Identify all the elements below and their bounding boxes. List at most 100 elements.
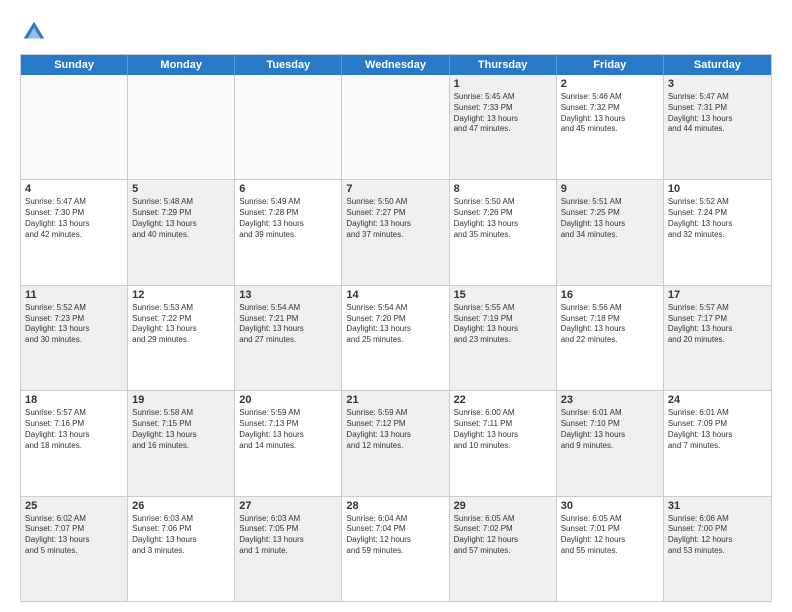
cell-info: Sunrise: 5:46 AM Sunset: 7:32 PM Dayligh… [561,92,659,135]
day-cell-27: 27 Sunrise: 6:03 AM Sunset: 7:05 PM Dayli… [235,497,342,601]
day-number: 30 [561,500,659,512]
day-cell-14: 14 Sunrise: 5:54 AM Sunset: 7:20 PM Dayli… [342,286,449,390]
calendar-row-0: 1 Sunrise: 5:45 AM Sunset: 7:33 PM Daylig… [21,75,771,180]
day-number: 25 [25,500,123,512]
cell-info: Sunrise: 5:48 AM Sunset: 7:29 PM Dayligh… [132,197,230,240]
day-cell-6: 6 Sunrise: 5:49 AM Sunset: 7:28 PM Daylig… [235,180,342,284]
cell-info: Sunrise: 5:59 AM Sunset: 7:12 PM Dayligh… [346,408,444,451]
day-cell-4: 4 Sunrise: 5:47 AM Sunset: 7:30 PM Daylig… [21,180,128,284]
cell-info: Sunrise: 5:57 AM Sunset: 7:16 PM Dayligh… [25,408,123,451]
day-number: 16 [561,289,659,301]
day-cell-3: 3Sunrise: 5:47 AM Sunset: 7:31 PM Daylig… [664,75,771,179]
day-cell-23: 23 Sunrise: 6:01 AM Sunset: 7:10 PM Dayli… [557,391,664,495]
day-cell-30: 30Sunrise: 6:05 AM Sunset: 7:01 PM Dayli… [557,497,664,601]
day-number: 18 [25,394,123,406]
cell-info: Sunrise: 5:54 AM Sunset: 7:20 PM Dayligh… [346,303,444,346]
page-header [20,18,772,46]
day-cell-13: 13 Sunrise: 5:54 AM Sunset: 7:21 PM Dayli… [235,286,342,390]
day-cell-26: 26Sunrise: 6:03 AM Sunset: 7:06 PM Dayli… [128,497,235,601]
calendar-header: SundayMondayTuesdayWednesdayThursdayFrid… [21,55,771,75]
day-number: 9 [561,183,659,195]
header-cell-saturday: Saturday [664,55,771,75]
header-cell-thursday: Thursday [450,55,557,75]
cell-info: Sunrise: 6:05 AM Sunset: 7:02 PM Dayligh… [454,514,552,557]
day-cell-8: 8 Sunrise: 5:50 AM Sunset: 7:26 PM Daylig… [450,180,557,284]
cell-info: Sunrise: 5:50 AM Sunset: 7:27 PM Dayligh… [346,197,444,240]
day-cell-19: 19 Sunrise: 5:58 AM Sunset: 7:15 PM Dayli… [128,391,235,495]
cell-info: Sunrise: 6:00 AM Sunset: 7:11 PM Dayligh… [454,408,552,451]
cell-info: Sunrise: 6:01 AM Sunset: 7:09 PM Dayligh… [668,408,767,451]
day-number: 23 [561,394,659,406]
day-cell-10: 10Sunrise: 5:52 AM Sunset: 7:24 PM Dayli… [664,180,771,284]
cell-info: Sunrise: 6:04 AM Sunset: 7:04 PM Dayligh… [346,514,444,557]
cell-info: Sunrise: 5:51 AM Sunset: 7:25 PM Dayligh… [561,197,659,240]
day-cell-31: 31Sunrise: 6:06 AM Sunset: 7:00 PM Dayli… [664,497,771,601]
cell-info: Sunrise: 6:01 AM Sunset: 7:10 PM Dayligh… [561,408,659,451]
calendar-row-4: 25 Sunrise: 6:02 AM Sunset: 7:07 PM Dayli… [21,497,771,601]
day-number: 27 [239,500,337,512]
day-number: 19 [132,394,230,406]
day-number: 22 [454,394,552,406]
day-cell-22: 22 Sunrise: 6:00 AM Sunset: 7:11 PM Dayli… [450,391,557,495]
day-number: 6 [239,183,337,195]
day-number: 31 [668,500,767,512]
day-cell-11: 11 Sunrise: 5:52 AM Sunset: 7:23 PM Dayli… [21,286,128,390]
cell-info: Sunrise: 5:52 AM Sunset: 7:23 PM Dayligh… [25,303,123,346]
header-cell-monday: Monday [128,55,235,75]
empty-cell [128,75,235,179]
day-number: 14 [346,289,444,301]
day-cell-29: 29Sunrise: 6:05 AM Sunset: 7:02 PM Dayli… [450,497,557,601]
day-cell-9: 9 Sunrise: 5:51 AM Sunset: 7:25 PM Daylig… [557,180,664,284]
day-cell-20: 20 Sunrise: 5:59 AM Sunset: 7:13 PM Dayli… [235,391,342,495]
day-cell-2: 2 Sunrise: 5:46 AM Sunset: 7:32 PM Daylig… [557,75,664,179]
day-cell-16: 16 Sunrise: 5:56 AM Sunset: 7:18 PM Dayli… [557,286,664,390]
day-number: 4 [25,183,123,195]
header-cell-wednesday: Wednesday [342,55,449,75]
cell-info: Sunrise: 5:47 AM Sunset: 7:30 PM Dayligh… [25,197,123,240]
day-cell-24: 24 Sunrise: 6:01 AM Sunset: 7:09 PM Dayli… [664,391,771,495]
cell-info: Sunrise: 5:54 AM Sunset: 7:21 PM Dayligh… [239,303,337,346]
day-number: 2 [561,78,659,90]
day-number: 7 [346,183,444,195]
day-number: 20 [239,394,337,406]
day-number: 24 [668,394,767,406]
logo-icon [20,18,48,46]
cell-info: Sunrise: 5:56 AM Sunset: 7:18 PM Dayligh… [561,303,659,346]
cell-info: Sunrise: 6:03 AM Sunset: 7:06 PM Dayligh… [132,514,230,557]
cell-info: Sunrise: 6:02 AM Sunset: 7:07 PM Dayligh… [25,514,123,557]
cell-info: Sunrise: 5:59 AM Sunset: 7:13 PM Dayligh… [239,408,337,451]
empty-cell [342,75,449,179]
day-cell-7: 7 Sunrise: 5:50 AM Sunset: 7:27 PM Daylig… [342,180,449,284]
day-number: 13 [239,289,337,301]
day-number: 12 [132,289,230,301]
day-number: 5 [132,183,230,195]
header-cell-friday: Friday [557,55,664,75]
empty-cell [21,75,128,179]
logo [20,18,52,46]
cell-info: Sunrise: 5:49 AM Sunset: 7:28 PM Dayligh… [239,197,337,240]
day-cell-12: 12 Sunrise: 5:53 AM Sunset: 7:22 PM Dayli… [128,286,235,390]
day-cell-28: 28 Sunrise: 6:04 AM Sunset: 7:04 PM Dayli… [342,497,449,601]
cell-info: Sunrise: 5:45 AM Sunset: 7:33 PM Dayligh… [454,92,552,135]
day-number: 11 [25,289,123,301]
cell-info: Sunrise: 5:50 AM Sunset: 7:26 PM Dayligh… [454,197,552,240]
day-number: 10 [668,183,767,195]
cell-info: Sunrise: 5:53 AM Sunset: 7:22 PM Dayligh… [132,303,230,346]
day-number: 3 [668,78,767,90]
calendar-row-2: 11 Sunrise: 5:52 AM Sunset: 7:23 PM Dayli… [21,286,771,391]
empty-cell [235,75,342,179]
day-number: 28 [346,500,444,512]
day-number: 21 [346,394,444,406]
header-cell-sunday: Sunday [21,55,128,75]
day-number: 1 [454,78,552,90]
cell-info: Sunrise: 5:58 AM Sunset: 7:15 PM Dayligh… [132,408,230,451]
calendar-row-1: 4 Sunrise: 5:47 AM Sunset: 7:30 PM Daylig… [21,180,771,285]
day-cell-17: 17Sunrise: 5:57 AM Sunset: 7:17 PM Dayli… [664,286,771,390]
calendar-row-3: 18 Sunrise: 5:57 AM Sunset: 7:16 PM Dayli… [21,391,771,496]
calendar-body: 1 Sunrise: 5:45 AM Sunset: 7:33 PM Daylig… [21,75,771,601]
day-number: 15 [454,289,552,301]
day-cell-1: 1 Sunrise: 5:45 AM Sunset: 7:33 PM Daylig… [450,75,557,179]
day-cell-18: 18 Sunrise: 5:57 AM Sunset: 7:16 PM Dayli… [21,391,128,495]
cell-info: Sunrise: 6:03 AM Sunset: 7:05 PM Dayligh… [239,514,337,557]
day-number: 8 [454,183,552,195]
